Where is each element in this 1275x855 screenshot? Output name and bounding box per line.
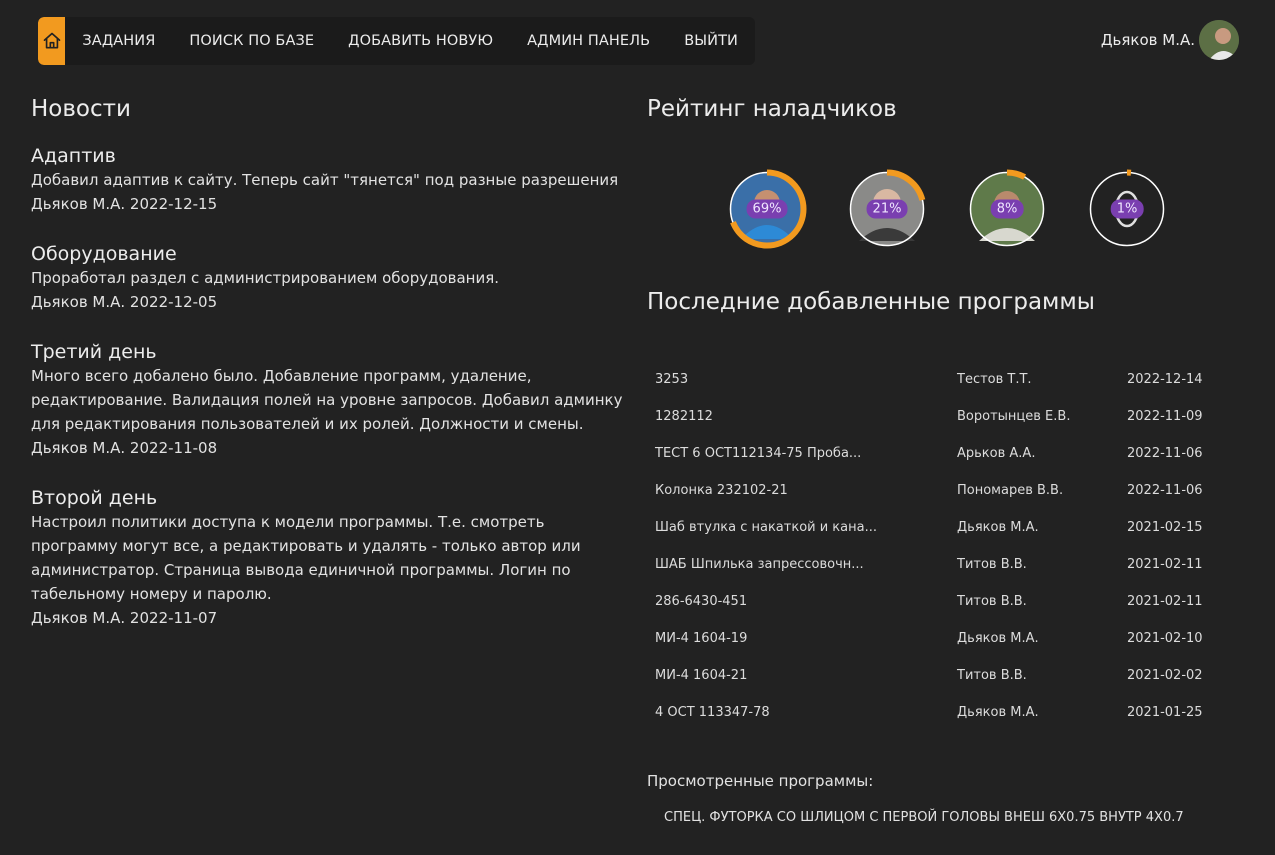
table-row[interactable]: ШАБ Шпилька запрессовочн... Титов В.В. 202… bbox=[655, 546, 1215, 583]
news-section: Новости Адаптив Добавил адаптив к сайту.… bbox=[31, 96, 631, 630]
program-date: 2021-02-11 bbox=[1127, 594, 1203, 609]
program-name: Шаб втулка с накаткой и кана... bbox=[655, 520, 877, 535]
right-column: Рейтинг наладчиков 69% 21% 8% 1% Последн… bbox=[647, 96, 1227, 825]
program-date: 2021-02-10 bbox=[1127, 631, 1203, 646]
news-item-title: Третий день bbox=[31, 341, 157, 363]
news-item-text: Много всего добалено было. Добавление пр… bbox=[31, 367, 623, 433]
table-row[interactable]: 4 ОСТ 113347-78 Дьяков М.А. 2021-01-25 bbox=[655, 694, 1215, 731]
rating-title: Рейтинг наладчиков bbox=[647, 96, 897, 122]
user-name: Дьяков М.А. bbox=[1100, 31, 1195, 49]
viewed-programs-label: Просмотренные программы: bbox=[647, 772, 874, 790]
program-name: МИ-4 1604-19 bbox=[655, 631, 748, 646]
program-name: 4 ОСТ 113347-78 bbox=[655, 705, 770, 720]
news-item: Адаптив Добавил адаптив к сайту. Теперь … bbox=[31, 144, 631, 216]
viewed-program-link[interactable]: СПЕЦ. ФУТОРКА СО ШЛИЦОМ С ПЕРВОЙ ГОЛОВЫ … bbox=[664, 810, 1184, 825]
rating-item[interactable]: 8% bbox=[967, 169, 1047, 249]
table-row[interactable]: 286-6430-451 Титов В.В. 2021-02-11 bbox=[655, 583, 1215, 620]
nav-search[interactable]: ПОИСК ПО БАЗЕ bbox=[172, 17, 331, 65]
program-name: МИ-4 1604-21 bbox=[655, 668, 748, 683]
home-button[interactable] bbox=[38, 17, 66, 65]
nav-logout[interactable]: ВЫЙТИ bbox=[667, 17, 755, 65]
news-item: Второй день Настроил политики доступа к … bbox=[31, 486, 631, 630]
rating-item[interactable]: 69% bbox=[727, 169, 807, 249]
program-author: Дьяков М.А. bbox=[957, 705, 1039, 720]
user-menu[interactable]: Дьяков М.А. bbox=[1101, 20, 1239, 60]
news-item-title: Оборудование bbox=[31, 243, 177, 265]
program-author: Пономарев В.В. bbox=[957, 483, 1064, 498]
program-author: Воротынцев Е.В. bbox=[957, 409, 1071, 424]
program-name: 3253 bbox=[655, 372, 689, 387]
news-item: Третий день Много всего добалено было. Д… bbox=[31, 340, 631, 460]
table-row[interactable]: МИ-4 1604-21 Титов В.В. 2021-02-02 bbox=[655, 657, 1215, 694]
program-date: 2021-01-25 bbox=[1127, 705, 1203, 720]
news-item-meta: Дьяков М.А. 2022-11-07 bbox=[31, 609, 218, 627]
program-name: ТЕСТ 6 ОСТ112134-75 Проба... bbox=[655, 446, 862, 461]
program-date: 2022-11-09 bbox=[1127, 409, 1203, 424]
table-row[interactable]: Шаб втулка с накаткой и кана... Дьяков М.… bbox=[655, 509, 1215, 546]
program-date: 2021-02-11 bbox=[1127, 557, 1203, 572]
program-date: 2022-11-06 bbox=[1127, 446, 1203, 461]
user-avatar[interactable] bbox=[1199, 20, 1239, 60]
nav-tasks[interactable]: ЗАДАНИЯ bbox=[65, 17, 172, 65]
home-icon bbox=[43, 32, 61, 49]
table-row[interactable]: Колонка 232102-21 Пономарев В.В. 2022-11-0… bbox=[655, 472, 1215, 509]
program-author: Тестов Т.Т. bbox=[957, 372, 1032, 387]
programs-table: 3253 Тестов Т.Т. 2022-12-14 1282112 Воротын… bbox=[655, 361, 1215, 731]
news-title: Новости bbox=[31, 96, 131, 122]
program-author: Титов В.В. bbox=[957, 594, 1027, 609]
program-author: Дьяков М.А. bbox=[957, 520, 1039, 535]
program-date: 2021-02-15 bbox=[1127, 520, 1203, 535]
rating-list: 69% 21% 8% 1% bbox=[727, 169, 1167, 249]
news-item-title: Адаптив bbox=[31, 145, 116, 167]
program-date: 2022-11-06 bbox=[1127, 483, 1203, 498]
program-name: Колонка 232102-21 bbox=[655, 483, 788, 498]
news-item-text: Настроил политики доступа к модели прогр… bbox=[31, 513, 581, 603]
table-row[interactable]: ТЕСТ 6 ОСТ112134-75 Проба... Арьков А.А. 2… bbox=[655, 435, 1215, 472]
program-author: Титов В.В. bbox=[957, 668, 1027, 683]
program-author: Дьяков М.А. bbox=[957, 631, 1039, 646]
program-author: Титов В.В. bbox=[957, 557, 1027, 572]
program-date: 2022-12-14 bbox=[1127, 372, 1203, 387]
rating-item[interactable]: 21% bbox=[847, 169, 927, 249]
news-item: Оборудование Проработал раздел с админис… bbox=[31, 242, 631, 314]
news-item-text: Проработал раздел с администрированием о… bbox=[31, 269, 500, 287]
rating-percent: 1% bbox=[1110, 199, 1144, 219]
program-date: 2021-02-02 bbox=[1127, 668, 1203, 683]
table-row[interactable]: МИ-4 1604-19 Дьяков М.А. 2021-02-10 bbox=[655, 620, 1215, 657]
programs-title: Последние добавленные программы bbox=[647, 289, 1095, 315]
program-name: ШАБ Шпилька запрессовочн... bbox=[655, 557, 864, 572]
nav-add-new[interactable]: ДОБАВИТЬ НОВУЮ bbox=[331, 17, 510, 65]
news-item-text: Добавил адаптив к сайту. Теперь сайт "тя… bbox=[31, 171, 619, 189]
rating-percent: 21% bbox=[866, 199, 908, 219]
top-navbar: ЗАДАНИЯ ПОИСК ПО БАЗЕ ДОБАВИТЬ НОВУЮ АДМ… bbox=[38, 17, 755, 65]
program-name: 286-6430-451 bbox=[655, 594, 748, 609]
news-item-title: Второй день bbox=[31, 487, 158, 509]
news-item-meta: Дьяков М.А. 2022-11-08 bbox=[31, 439, 218, 457]
news-item-meta: Дьяков М.А. 2022-12-15 bbox=[31, 195, 218, 213]
table-row[interactable]: 1282112 Воротынцев Е.В. 2022-11-09 bbox=[655, 398, 1215, 435]
news-item-meta: Дьяков М.А. 2022-12-05 bbox=[31, 293, 218, 311]
nav-admin-panel[interactable]: АДМИН ПАНЕЛЬ bbox=[510, 17, 667, 65]
program-author: Арьков А.А. bbox=[957, 446, 1036, 461]
table-row[interactable]: 3253 Тестов Т.Т. 2022-12-14 bbox=[655, 361, 1215, 398]
program-name: 1282112 bbox=[655, 409, 713, 424]
rating-item[interactable]: 1% bbox=[1087, 169, 1167, 249]
rating-percent: 69% bbox=[746, 199, 788, 219]
rating-percent: 8% bbox=[990, 199, 1024, 219]
